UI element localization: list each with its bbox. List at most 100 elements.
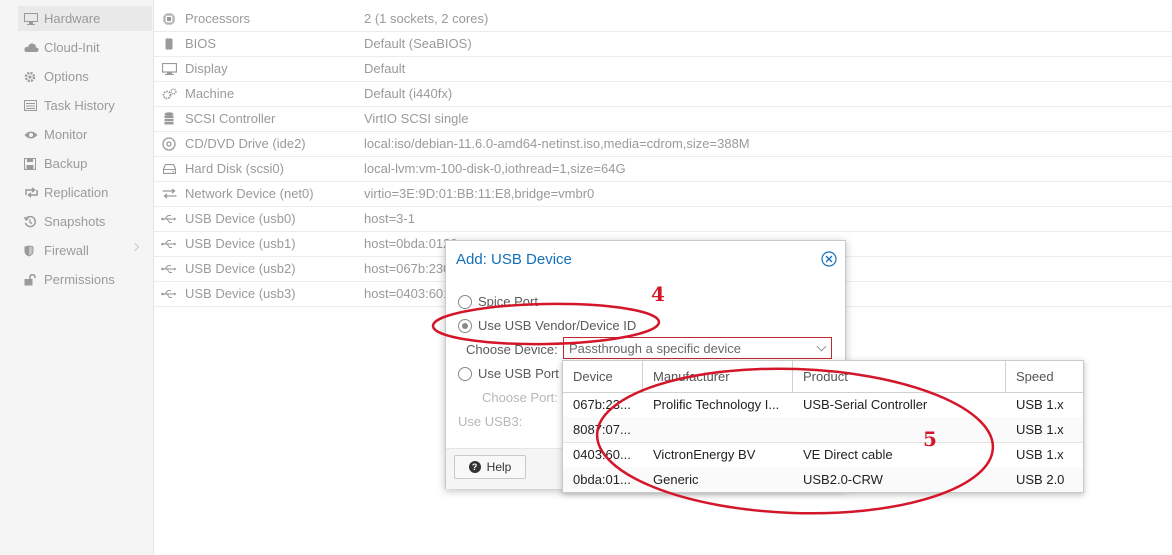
sidebar-item-label: Firewall	[44, 243, 89, 258]
hdd-icon	[153, 163, 185, 174]
chevron-right-icon[interactable]	[130, 242, 140, 252]
dialog-header[interactable]: Add: USB Device	[446, 241, 845, 277]
hardware-row-processors[interactable]: Processors 2 (1 sockets, 2 cores)	[153, 6, 1172, 32]
monitor-icon	[18, 12, 42, 25]
hardware-value: 2 (1 sockets, 2 cores)	[364, 11, 489, 26]
cell-speed: USB 1.x	[1016, 422, 1064, 437]
table-row[interactable]: 8087:07... USB 1.x	[563, 417, 1083, 443]
hardware-name: USB Device (usb0)	[185, 211, 296, 226]
hardware-name: Processors	[185, 11, 251, 26]
choose-device-value: Passthrough a specific device	[569, 340, 741, 356]
dialog-title: Add: USB Device	[456, 251, 572, 268]
sidebar-item-firewall[interactable]: Firewall	[18, 238, 152, 263]
vendor-device-id-radio[interactable]: Use USB Vendor/Device ID	[458, 318, 636, 333]
sidebar-item-task-history[interactable]: Task History	[18, 93, 152, 118]
hardware-value: local:iso/debian-11.6.0-amd64-netinst.is…	[364, 136, 750, 151]
hardware-row-network-device[interactable]: Network Device (net0) virtio=3E:9D:01:BB…	[153, 181, 1172, 207]
column-header-speed[interactable]: Speed	[1006, 361, 1083, 392]
table-row[interactable]: 0bda:01... Generic USB2.0-CRW USB 2.0	[563, 467, 1083, 492]
column-header-product[interactable]: Product	[793, 361, 1006, 392]
cell-product	[793, 417, 1006, 442]
sidebar-item-backup[interactable]: Backup	[18, 151, 152, 176]
hardware-name: Machine	[185, 86, 235, 101]
disc-icon	[153, 136, 185, 151]
hardware-value: VirtIO SCSI single	[364, 111, 469, 126]
column-header-manufacturer[interactable]: Manufacturer	[643, 361, 793, 392]
hardware-name: USB Device (usb1)	[185, 236, 296, 251]
hardware-name: USB Device (usb2)	[185, 261, 296, 276]
sidebar-item-label: Hardware	[44, 11, 101, 26]
usb-port-radio[interactable]: Use USB Port	[458, 366, 559, 381]
radio-label: Use USB Vendor/Device ID	[478, 318, 637, 333]
radio-circle[interactable]	[458, 294, 472, 309]
sidebar-item-label: Monitor	[44, 127, 88, 142]
hardware-name: CD/DVD Drive (ide2)	[185, 136, 306, 151]
sidebar-item-replication[interactable]: Replication	[18, 180, 152, 205]
help-button[interactable]: ? Help	[454, 455, 526, 479]
radio-circle[interactable]	[458, 366, 472, 381]
choose-port-label: Choose Port:	[482, 390, 558, 405]
hardware-value: Default (SeaBIOS)	[364, 36, 472, 51]
hardware-row-scsi-controller[interactable]: SCSI Controller VirtIO SCSI single	[153, 106, 1172, 132]
cell-device: 067b:23...	[573, 397, 631, 412]
sidebar-item-snapshots[interactable]: Snapshots	[18, 209, 152, 234]
database-icon	[153, 112, 185, 125]
retweet-icon	[18, 187, 42, 198]
hardware-value: host=0bda:0129	[364, 236, 458, 251]
cell-product: USB2.0-CRW	[803, 472, 883, 487]
hardware-value: host=0403:6015	[364, 286, 458, 301]
column-header-device[interactable]: Device	[563, 361, 643, 392]
sidebar-item-hardware[interactable]: Hardware	[18, 6, 152, 31]
cell-device: 0bda:01...	[573, 472, 631, 487]
chevron-down-icon[interactable]	[816, 341, 827, 352]
choose-device-label: Choose Device:	[466, 342, 558, 357]
radio-label: Spice Port	[478, 294, 538, 309]
grid-header: Device Manufacturer Product Speed	[563, 361, 1083, 393]
cell-manufacturer: Generic	[653, 472, 699, 487]
hardware-row-cd-dvd-drive[interactable]: CD/DVD Drive (ide2) local:iso/debian-11.…	[153, 131, 1172, 157]
usb-icon	[153, 239, 185, 249]
sidebar-item-label: Cloud-Init	[44, 40, 100, 55]
close-icon[interactable]	[821, 251, 837, 270]
shield-icon	[18, 245, 42, 257]
sidebar-item-options[interactable]: Options	[18, 64, 152, 89]
floppy-icon	[18, 157, 42, 170]
question-icon: ?	[468, 461, 481, 473]
sidebar-item-label: Task History	[44, 98, 115, 113]
hardware-value: host=067b:2303	[364, 261, 458, 276]
hardware-value: Default	[364, 61, 406, 76]
sidebar-item-label: Snapshots	[44, 214, 106, 229]
hardware-value: virtio=3E:9D:01:BB:11:E8,bridge=vmbr0	[364, 186, 595, 201]
unlock-icon	[18, 273, 42, 286]
sidebar-item-permissions[interactable]: Permissions	[18, 267, 152, 292]
radio-label: Use USB Port	[478, 366, 559, 381]
cell-device: 0403:60...	[573, 447, 631, 462]
sidebar-item-cloud-init[interactable]: Cloud-Init	[18, 35, 152, 60]
sidebar-item-monitor[interactable]: Monitor	[18, 122, 152, 147]
table-row[interactable]: 0403:60... VictronEnergy BV VE Direct ca…	[563, 442, 1083, 468]
radio-circle[interactable]	[458, 318, 472, 333]
hardware-row-display[interactable]: Display Default	[153, 56, 1172, 82]
hardware-row-bios[interactable]: BIOS Default (SeaBIOS)	[153, 31, 1172, 57]
hardware-row-usb0[interactable]: USB Device (usb0) host=3-1	[153, 206, 1172, 232]
table-row[interactable]: 067b:23... Prolific Technology I... USB-…	[563, 392, 1083, 418]
usb-icon	[153, 214, 185, 224]
hardware-name: Network Device (net0)	[185, 186, 314, 201]
spice-port-radio[interactable]: Spice Port	[458, 294, 538, 309]
choose-device-combobox[interactable]: Passthrough a specific device	[563, 337, 832, 359]
sidebar: Hardware Cloud-Init Options Task History…	[0, 0, 154, 555]
help-label: Help	[486, 460, 512, 474]
cell-manufacturer	[643, 417, 793, 442]
usb-icon	[153, 289, 185, 299]
sidebar-item-label: Permissions	[44, 272, 115, 287]
hardware-value: Default (i440fx)	[364, 86, 453, 101]
device-picker-grid: Device Manufacturer Product Speed 067b:2…	[562, 360, 1084, 493]
use-usb3-label: Use USB3:	[458, 414, 523, 429]
hardware-row-hard-disk[interactable]: Hard Disk (scsi0) local-lvm:vm-100-disk-…	[153, 156, 1172, 182]
chip-icon	[153, 38, 185, 50]
cell-product: USB-Serial Controller	[803, 397, 928, 412]
hardware-row-machine[interactable]: Machine Default (i440fx)	[153, 81, 1172, 107]
hardware-name: Hard Disk (scsi0)	[185, 161, 284, 176]
sidebar-item-label: Replication	[44, 185, 109, 200]
cell-manufacturer: Prolific Technology I...	[653, 397, 780, 412]
